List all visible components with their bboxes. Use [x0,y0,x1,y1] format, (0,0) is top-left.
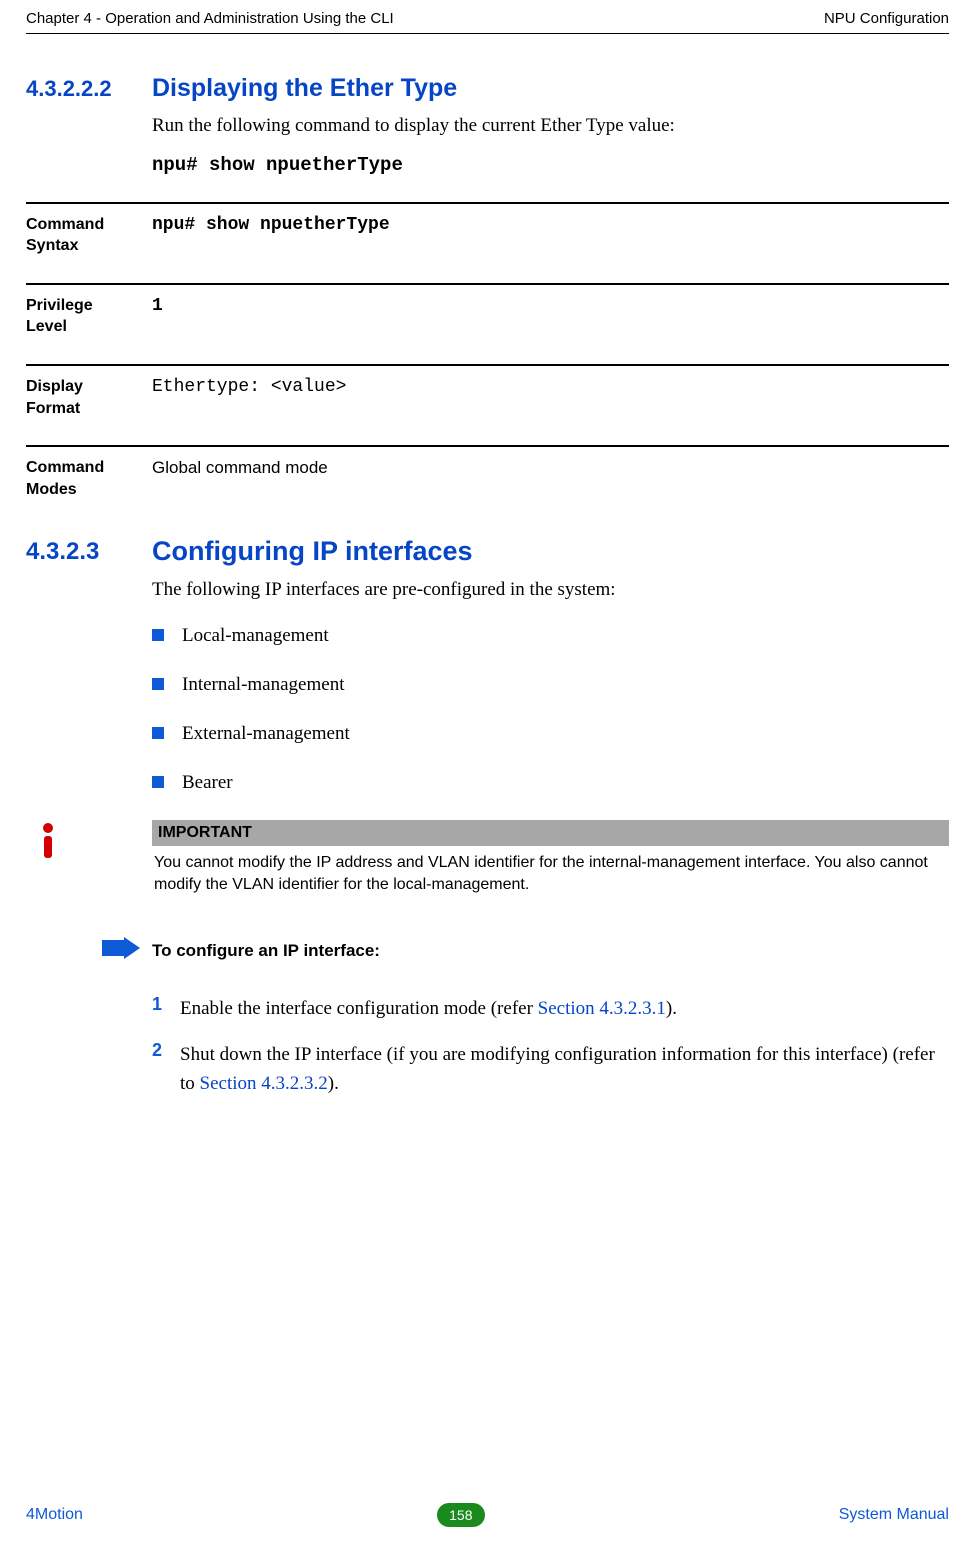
important-content: IMPORTANT You cannot modify the IP addre… [152,820,949,901]
bullet-icon [152,776,164,788]
intro-text: Run the following command to display the… [152,113,949,140]
def-row: Command Syntax npu# show npuetherType [26,202,949,283]
section-title: Configuring IP interfaces [152,536,473,567]
important-callout: IMPORTANT You cannot modify the IP addre… [26,820,949,901]
important-body: You cannot modify the IP address and VLA… [152,846,949,901]
def-label: Command Modes [26,457,152,500]
def-label: Display Format [26,376,152,419]
section-number: 4.3.2.3 [26,536,152,567]
page-footer: 4Motion 158 System Manual [0,1503,975,1527]
list-item: 2 Shut down the IP interface (if you are… [152,1040,949,1099]
section-heading: 4.3.2.2.2 Displaying the Ether Type [26,74,949,103]
page-header: Chapter 4 - Operation and Administration… [0,0,975,33]
header-left: Chapter 4 - Operation and Administration… [26,10,394,27]
section-title: Displaying the Ether Type [152,74,457,103]
cross-reference-link[interactable]: Section 4.3.2.3.2 [200,1073,328,1094]
bullet-item: Local-management [152,624,949,647]
bullet-icon [152,678,164,690]
section-heading: 4.3.2.3 Configuring IP interfaces [26,536,949,567]
bullet-item: Bearer [152,771,949,794]
command-line: npu# show npuetherType [152,154,949,176]
def-row: Command Modes Global command mode [26,445,949,526]
list-item: 1 Enable the interface configuration mod… [152,994,949,1023]
def-label: Command Syntax [26,214,152,257]
procedure-heading: To configure an IP interface: [102,937,949,964]
bullet-text: Bearer [182,772,233,794]
step-number: 1 [152,994,180,1023]
bullet-icon [152,629,164,641]
cross-reference-link[interactable]: Section 4.3.2.3.1 [538,998,666,1019]
bullet-text: Internal-management [182,674,344,696]
bullet-item: External-management [152,722,949,745]
bullet-text: External-management [182,723,350,745]
def-value: Global command mode [152,457,328,500]
definition-table: Command Syntax npu# show npuetherType Pr… [26,202,949,527]
bullet-list: Local-management Internal-management Ext… [152,624,949,794]
section-number: 4.3.2.2.2 [26,74,152,103]
step-text: Enable the interface configuration mode … [180,994,677,1023]
numbered-list: 1 Enable the interface configuration mod… [152,994,949,1098]
content-area: 4.3.2.2.2 Displaying the Ether Type Run … [0,74,975,1098]
arrow-icon [102,937,140,964]
footer-right: System Manual [839,1506,949,1524]
important-label: IMPORTANT [152,820,949,846]
bullet-item: Internal-management [152,673,949,696]
def-value: npu# show npuetherType [152,214,390,257]
page-number-badge: 158 [437,1503,484,1527]
procedure-title: To configure an IP interface: [152,941,380,961]
bullet-icon [152,727,164,739]
step-number: 2 [152,1040,180,1099]
header-rule [26,33,949,34]
def-label: Privilege Level [26,295,152,338]
def-value: Ethertype: <value> [152,376,346,419]
def-value: 1 [152,295,163,338]
def-row: Privilege Level 1 [26,283,949,364]
step-text: Shut down the IP interface (if you are m… [180,1040,949,1099]
intro-text: The following IP interfaces are pre-conf… [152,577,949,604]
section-body: The following IP interfaces are pre-conf… [152,577,949,794]
def-row: Display Format Ethertype: <value> [26,364,949,445]
important-icon [26,820,152,901]
section-body: Run the following command to display the… [152,113,949,176]
footer-left: 4Motion [26,1506,83,1524]
header-right: NPU Configuration [824,10,949,27]
bullet-text: Local-management [182,625,329,647]
